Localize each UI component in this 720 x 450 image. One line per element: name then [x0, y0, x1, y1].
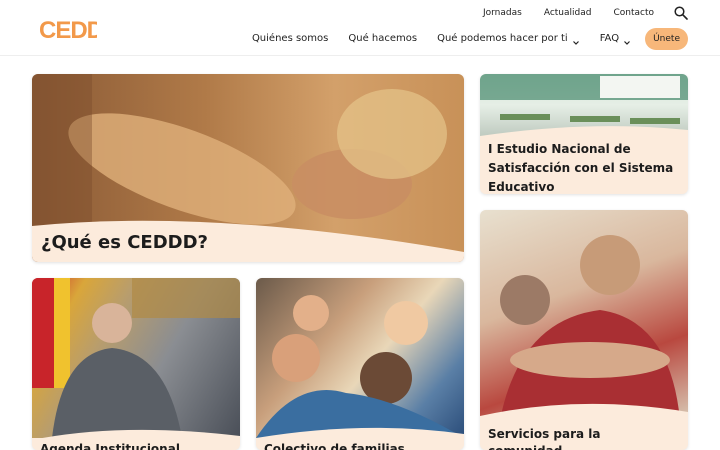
- card-title: I Estudio Nacional de Satisfacción con e…: [488, 142, 674, 194]
- nav-item-que-hacemos[interactable]: Qué hacemos: [348, 29, 417, 49]
- nav-item-label: Quiénes somos: [251, 33, 329, 44]
- card-que-es-ceddd[interactable]: ¿Qué es CEDDD?: [32, 74, 464, 262]
- hug-photo: [480, 210, 688, 420]
- nav-item-label: Qué hacemos: [348, 33, 418, 44]
- chevron-down-icon: [572, 35, 580, 45]
- card-servicios-comunidad[interactable]: Servicios para la comunidad: [480, 210, 688, 450]
- card-title: Colectivo de familias: [264, 442, 405, 450]
- nav-item-faq[interactable]: FAQ: [600, 29, 631, 49]
- top-link-actualidad[interactable]: Actualidad: [544, 6, 592, 20]
- card-title: Agenda Institucional: [40, 442, 180, 450]
- top-link-jornadas[interactable]: Jornadas: [483, 6, 522, 20]
- card-colectivo-familias[interactable]: Colectivo de familias: [256, 278, 464, 450]
- nav-item-que-podemos-hacer[interactable]: Qué podemos hacer por ti: [437, 29, 580, 49]
- nav-item-label: Qué podemos hacer por ti: [437, 33, 568, 44]
- card-title: Servicios para la comunidad: [488, 427, 601, 450]
- card-estudio-nacional[interactable]: I Estudio Nacional de Satisfacción con e…: [480, 74, 688, 194]
- site-header: CEDDD Jornadas Actualidad Contacto Quién…: [0, 0, 720, 56]
- card-wave: [480, 403, 688, 428]
- nav-item-label: FAQ: [599, 33, 620, 44]
- card-agenda-institucional[interactable]: Agenda Institucional: [32, 278, 240, 450]
- top-link-contacto[interactable]: Contacto: [613, 6, 654, 20]
- chevron-down-icon: [623, 35, 631, 45]
- svg-text:CEDDD: CEDDD: [39, 17, 97, 44]
- card-title: ¿Qué es CEDDD?: [41, 232, 208, 253]
- top-links: Jornadas Actualidad Contacto: [461, 5, 690, 21]
- search-icon[interactable]: [674, 5, 690, 21]
- ceddd-logo[interactable]: CEDDD: [39, 12, 97, 44]
- nav-item-quienes-somos[interactable]: Quiénes somos: [252, 29, 328, 49]
- join-button[interactable]: Únete: [645, 28, 688, 50]
- official-photo: [32, 278, 240, 438]
- main-nav: Quiénes somos Qué hacemos Qué podemos ha…: [232, 28, 688, 50]
- family-photo: [256, 278, 464, 438]
